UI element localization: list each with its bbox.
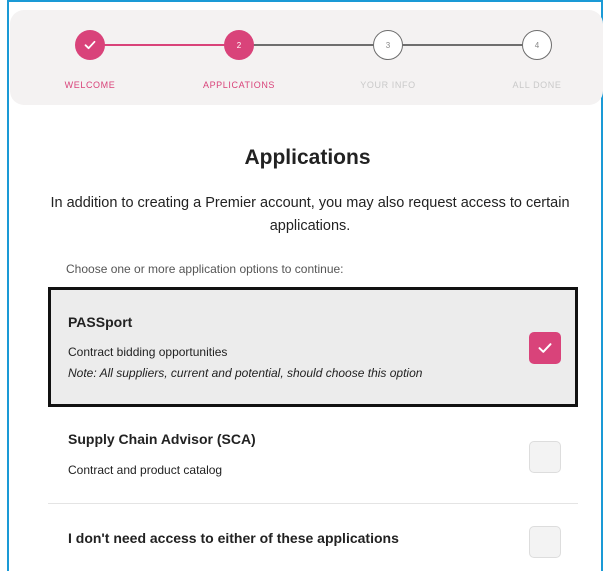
step-connector-1 bbox=[100, 44, 230, 46]
step-connector-3 bbox=[400, 44, 530, 46]
step-3-label: YOUR INFO bbox=[360, 80, 416, 90]
page-intro: In addition to creating a Premier accoun… bbox=[50, 195, 570, 234]
option-passport-title: PASSport bbox=[68, 314, 133, 330]
option-passport-checkbox[interactable] bbox=[529, 332, 561, 364]
option-passport-note: Note: All suppliers, current and potenti… bbox=[68, 366, 423, 380]
step-4-circle: 4 bbox=[522, 30, 552, 60]
option-passport[interactable]: PASSport Contract bidding opportunities … bbox=[48, 287, 578, 407]
option-no-access-title: I don't need access to either of these a… bbox=[68, 530, 399, 546]
step-2-circle: 2 bbox=[224, 30, 254, 60]
option-passport-description: Contract bidding opportunities bbox=[68, 345, 228, 359]
step-3-circle: 3 bbox=[373, 30, 403, 60]
progress-stepper: 2 3 4 WELCOME APPLICATIONS YOUR INFO ALL… bbox=[10, 10, 603, 105]
option-sca[interactable]: Supply Chain Advisor (SCA) Contract and … bbox=[48, 407, 578, 502]
option-no-access[interactable]: I don't need access to either of these a… bbox=[48, 504, 578, 571]
checkmark-icon bbox=[538, 343, 552, 353]
options-hint: Choose one or more application options t… bbox=[66, 262, 344, 276]
step-2-number: 2 bbox=[236, 40, 242, 50]
option-sca-description: Contract and product catalog bbox=[68, 463, 223, 477]
page-title: Applications bbox=[244, 146, 371, 169]
step-1-circle bbox=[75, 30, 105, 60]
step-4-number: 4 bbox=[534, 40, 540, 50]
option-sca-checkbox[interactable] bbox=[529, 441, 561, 473]
step-connector-2 bbox=[250, 44, 380, 46]
option-no-access-checkbox[interactable] bbox=[529, 526, 561, 558]
checkmark-icon bbox=[84, 40, 96, 50]
step-1-label: WELCOME bbox=[64, 80, 116, 90]
step-4-label: ALL DONE bbox=[512, 80, 562, 90]
option-sca-title: Supply Chain Advisor (SCA) bbox=[68, 431, 256, 447]
step-3-number: 3 bbox=[385, 40, 391, 50]
step-2-label: APPLICATIONS bbox=[202, 80, 276, 90]
